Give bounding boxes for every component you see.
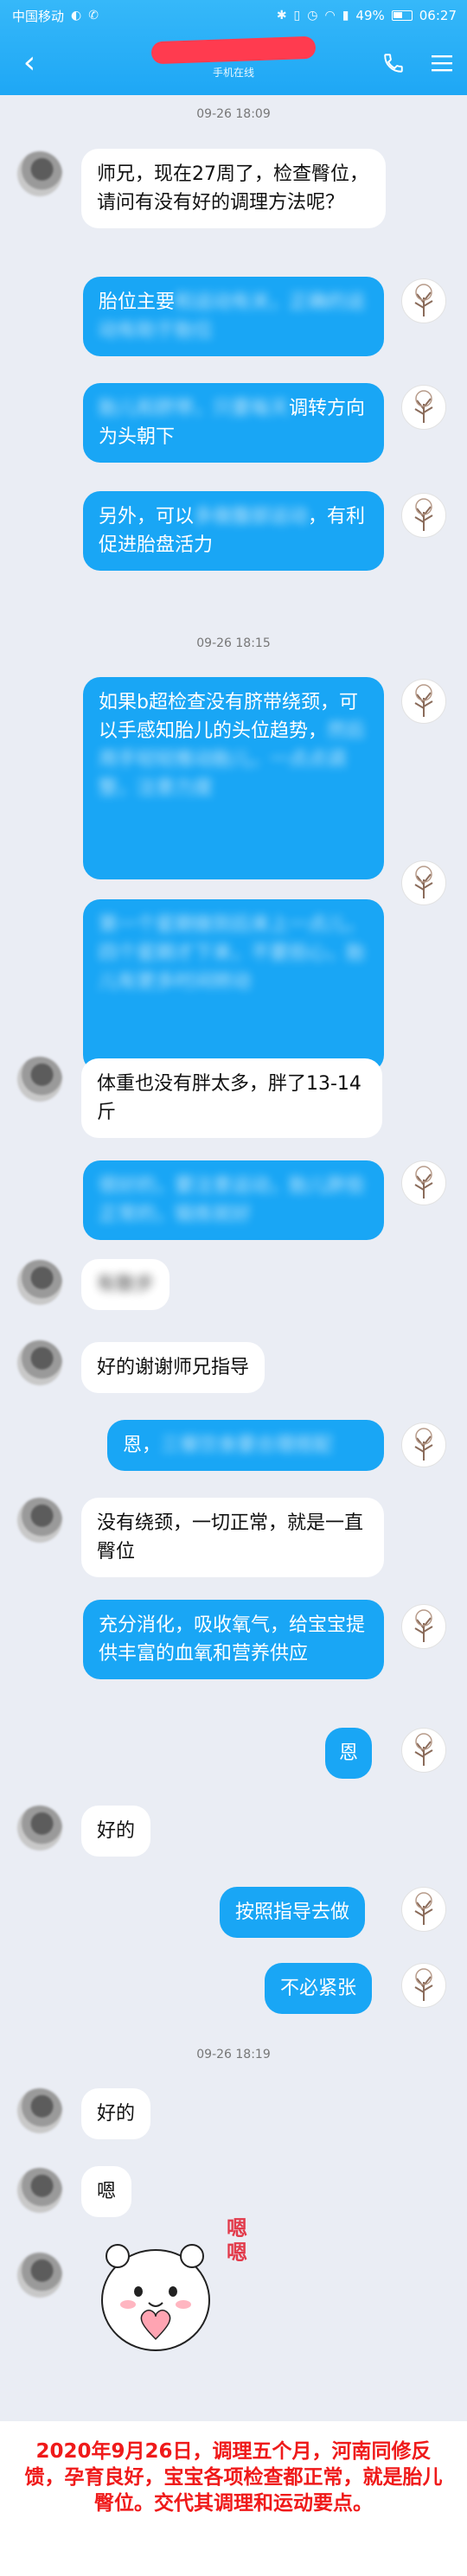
- avatar-customer[interactable]: [17, 2253, 62, 2298]
- message-bubble-left: 师兄，现在27周了，检查臀位，请问有没有好的调理方法呢？: [81, 149, 386, 228]
- tree-logo-icon: [414, 1968, 433, 2001]
- timestamp: 09-26 18:09: [196, 107, 271, 121]
- message-bubble-right: 恩，三餐饮食要合理搭配: [107, 1420, 384, 1471]
- avatar-master[interactable]: [401, 679, 446, 724]
- message-text: 另外，可以: [99, 506, 195, 527]
- blurred-text: 有散步: [97, 1274, 155, 1295]
- avatar-master[interactable]: [401, 1160, 446, 1205]
- tree-logo-icon: [414, 1733, 433, 1766]
- message-bubble-left: 好的谢谢师兄指导: [81, 1342, 265, 1393]
- avatar-master[interactable]: [401, 1728, 446, 1773]
- message-bubble-left: 好的: [81, 1806, 151, 1857]
- message-text: 胎位主要: [99, 291, 176, 313]
- bluetooth-icon: ✱: [276, 9, 287, 22]
- avatar-master[interactable]: [401, 493, 446, 538]
- nav-bar: ‹ 手机在线: [0, 31, 467, 95]
- avatar-master[interactable]: [401, 1422, 446, 1467]
- message-bubble-right: 按照指导去做: [220, 1887, 366, 1938]
- tree-logo-icon: [414, 684, 433, 717]
- avatar-master[interactable]: [401, 278, 446, 323]
- blurred-text: 多做腹部运动: [194, 506, 309, 527]
- vibrate-icon: ▯: [293, 9, 301, 22]
- avatar-master[interactable]: [401, 1887, 446, 1932]
- message-bubble-left: 没有绕颈，一切正常，就是一直臀位: [81, 1498, 384, 1577]
- wifi-icon: ◠: [324, 9, 336, 22]
- tree-logo-icon: [414, 866, 433, 898]
- tree-logo-icon: [414, 498, 433, 531]
- notification-icon: ✆: [88, 9, 99, 22]
- message-bubble-right: 不必紧张: [265, 1963, 373, 2014]
- avatar-customer[interactable]: [17, 1806, 62, 1851]
- avatar-customer[interactable]: [17, 2088, 62, 2133]
- tree-logo-icon: [414, 284, 433, 316]
- message-bubble-right: 充分消化，吸收氧气，给宝宝提供丰富的血氧和营养供应: [83, 1600, 384, 1679]
- battery-icon: [391, 10, 413, 21]
- app-notification-icon: ◐: [71, 9, 82, 22]
- message-bubble-right: 另外，可以多做腹部运动，有利促进胎盘活力: [83, 491, 384, 571]
- blurred-text: 第一个星期做到后来上一点儿，四个星期才下来，不要担心，胎儿有更多时间转动: [99, 914, 366, 993]
- message-bubble-right: 第一个星期做到后来上一点儿，四个星期才下来，不要担心，胎儿有更多时间转动: [83, 899, 384, 1072]
- blurred-text: 很好的，要注意运动，胎儿胖些正常的，锻炼就好: [99, 1175, 366, 1225]
- sticker-caption: 嗯嗯: [227, 2216, 247, 2265]
- status-bar: 中国移动 ◐ ✆ ✱ ▯ ◷ ◠ ▮ 49% 06:27: [0, 0, 467, 31]
- tree-logo-icon: [414, 1892, 433, 1925]
- signal-icon: ▮: [342, 9, 349, 22]
- avatar-master[interactable]: [401, 860, 446, 905]
- message-text: 如果b超检查没有脐带绕颈，可以手感知胎儿的头位趋势，: [99, 692, 358, 742]
- footer-caption: 2020年9月26日，调理五个月，河南同修反馈，孕育良好，宝宝各项检查都正常，就…: [0, 2421, 467, 2576]
- message-bubble-right: 胎儿和脐带，只要每天调转方向为头朝下: [83, 383, 384, 463]
- message-bubble-right: 胎位主要和运动有关，正确的运动有助于胎位: [83, 277, 384, 356]
- message-bubble-right: 很好的，要注意运动，胎儿胖些正常的，锻炼就好: [83, 1160, 384, 1240]
- blurred-text: 胎儿和脐带，只要每天: [99, 398, 290, 419]
- tree-logo-icon: [414, 1166, 433, 1199]
- message-bubble-left: 体重也没有胖太多，胖了13-14斤: [81, 1058, 382, 1138]
- avatar-customer[interactable]: [17, 151, 62, 196]
- message-bubble-right: 如果b超检查没有脐带绕颈，可以手感知胎儿的头位趋势，然后用手轻轻推动胎儿，一点点…: [83, 677, 384, 879]
- avatar-customer[interactable]: [17, 1498, 62, 1543]
- avatar-master[interactable]: [401, 1604, 446, 1649]
- message-bubble-left: 有散步: [81, 1259, 170, 1310]
- chat-header: 中国移动 ◐ ✆ ✱ ▯ ◷ ◠ ▮ 49% 06:27 ‹ 手机在线: [0, 0, 467, 95]
- tree-logo-icon: [414, 1428, 433, 1461]
- message-bubble-left: 好的: [81, 2088, 151, 2139]
- blurred-text: 三餐饮食要合理搭配: [161, 1435, 333, 1456]
- avatar-customer[interactable]: [17, 1260, 62, 1305]
- alarm-icon: ◷: [307, 9, 318, 22]
- online-status: 手机在线: [212, 66, 254, 79]
- message-text: 恩，: [123, 1435, 162, 1456]
- bear-sticker[interactable]: 嗯嗯: [95, 2209, 259, 2365]
- battery-percent: 49%: [355, 8, 385, 23]
- avatar-customer[interactable]: [17, 1340, 62, 1385]
- avatar-customer[interactable]: [17, 1057, 62, 1102]
- avatar-master[interactable]: [401, 385, 446, 430]
- timestamp: 09-26 18:19: [196, 2048, 271, 2061]
- tree-logo-icon: [414, 390, 433, 423]
- avatar-customer[interactable]: [17, 2168, 62, 2213]
- clock: 06:27: [419, 8, 457, 23]
- timestamp: 09-26 18:15: [196, 636, 271, 650]
- carrier-label: 中国移动: [12, 8, 65, 24]
- avatar-master[interactable]: [401, 1963, 446, 2008]
- contact-title: 手机在线: [0, 35, 467, 80]
- contact-name-redacted: [125, 35, 342, 64]
- footer-text: 2020年9月26日，调理五个月，河南同修反馈，孕育良好，宝宝各项检查都正常，就…: [24, 2440, 443, 2515]
- tree-logo-icon: [414, 1609, 433, 1642]
- message-bubble-right: 恩: [325, 1728, 373, 1779]
